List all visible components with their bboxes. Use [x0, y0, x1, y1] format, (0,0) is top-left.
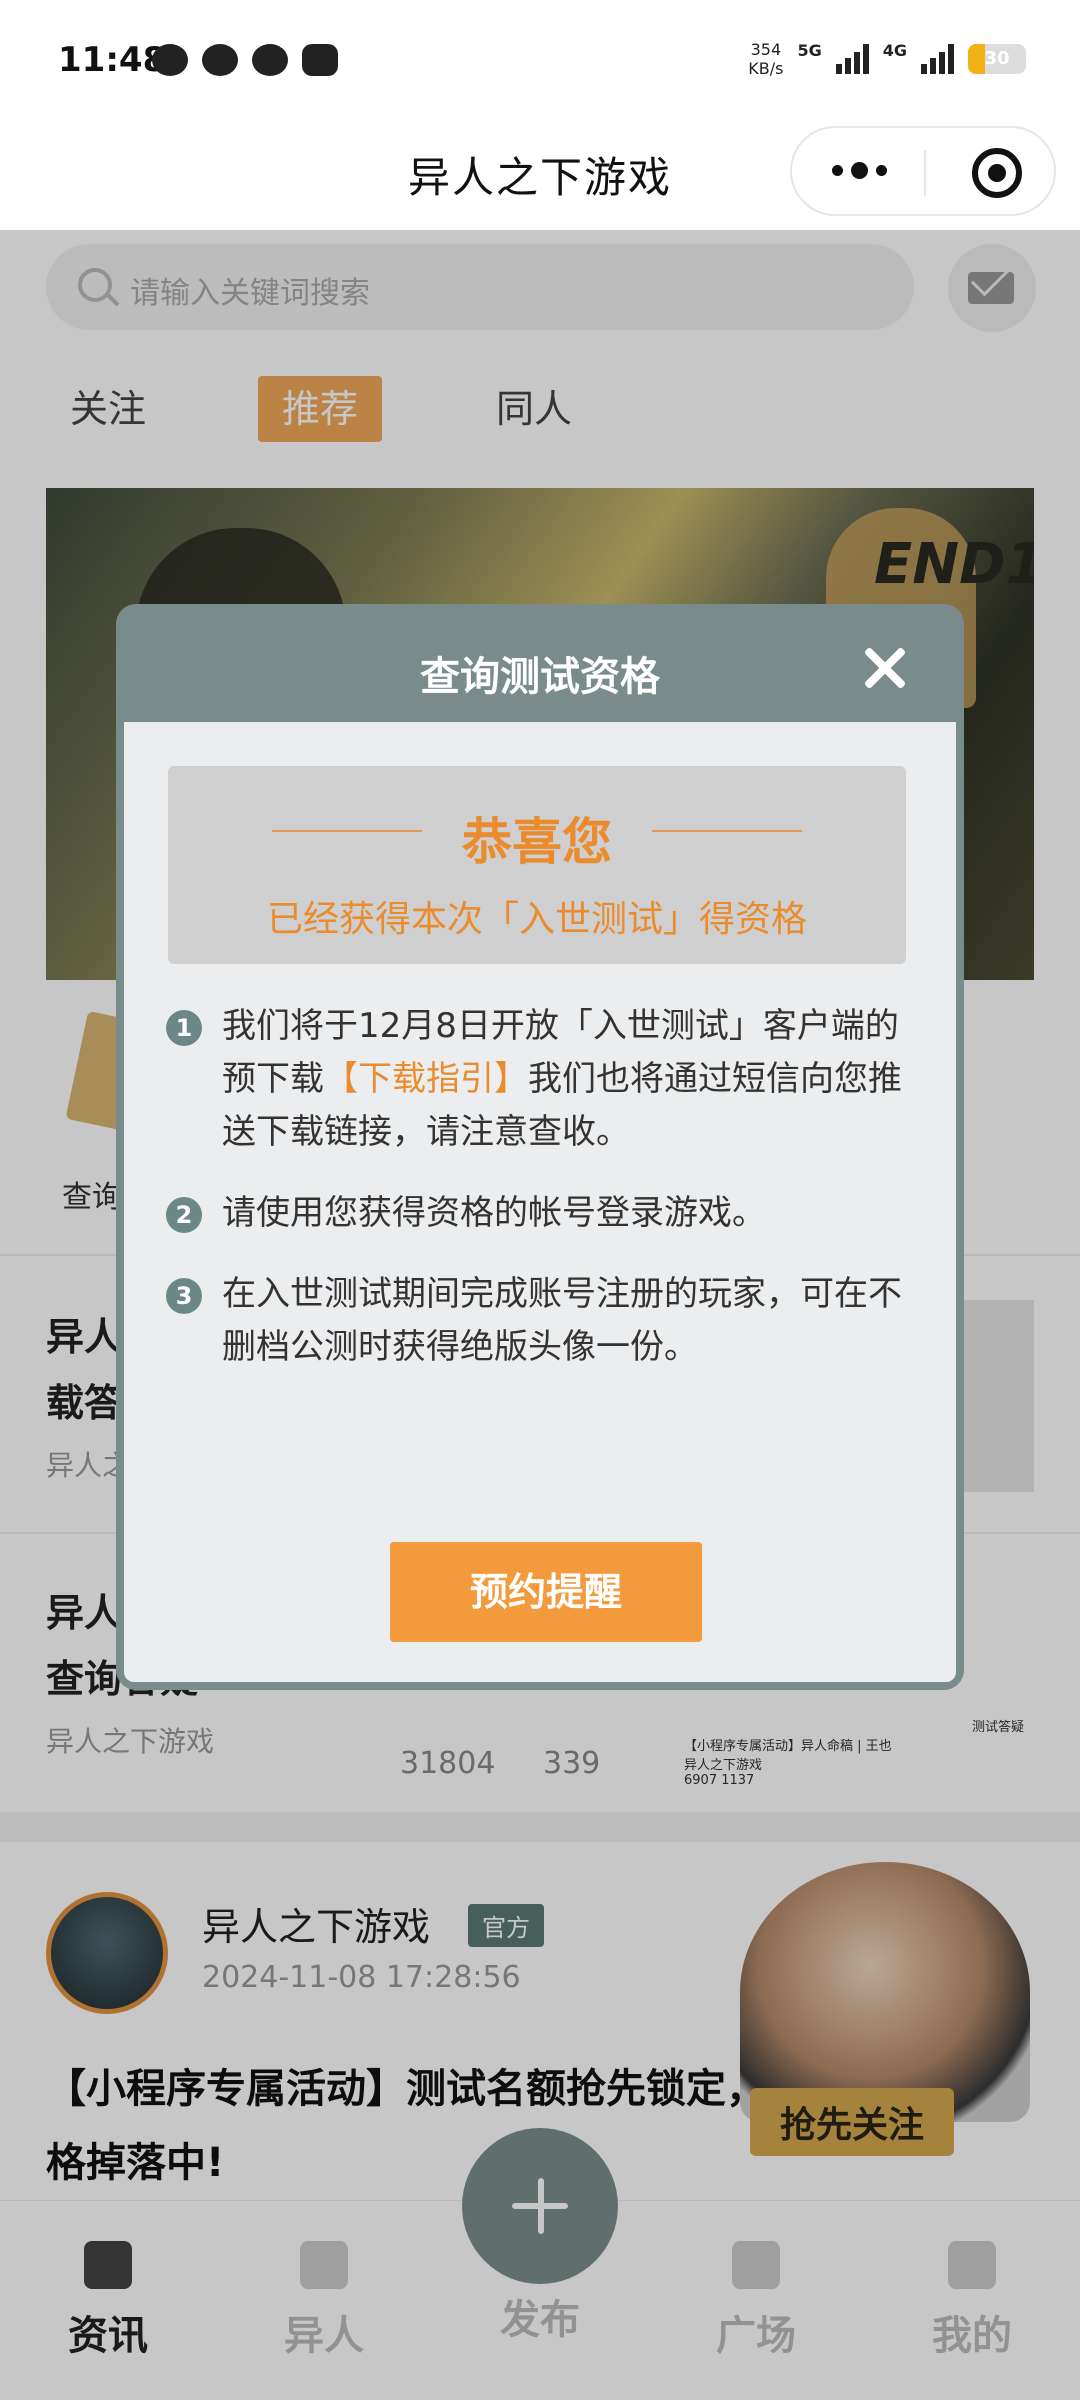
- number-badge: 1: [166, 1010, 202, 1046]
- signal-icon: [835, 44, 869, 74]
- notice-item: 3 在入世测试期间完成账号注册的玩家，可在不删档公测时获得绝版头像一份。: [166, 1268, 906, 1374]
- battery-fill: [968, 44, 986, 74]
- download-guide-link[interactable]: 【下载指引】: [324, 1059, 528, 1099]
- close-icon[interactable]: [862, 646, 906, 690]
- app-icon: [302, 44, 338, 76]
- status-bar: 11:48 354 KB/s 5G 4G 30: [0, 0, 1080, 118]
- notice-item: 2 请使用您获得资格的帐号登录游戏。: [166, 1187, 906, 1240]
- network-type-4g: 4G: [882, 40, 907, 60]
- capsule-divider: [924, 150, 926, 196]
- nav-bar: 异人之下游戏: [0, 118, 1080, 230]
- weibo-icon: [202, 44, 238, 76]
- close-miniprogram-icon[interactable]: [972, 148, 1022, 198]
- congrats-panel: 恭喜您 已经获得本次「入世测试」得资格: [168, 766, 906, 964]
- wechat-icon: [252, 44, 288, 76]
- network-speed: 354 KB/s: [748, 40, 784, 78]
- notification-icons: [152, 44, 338, 76]
- qualification-modal: 查询测试资格 恭喜您 已经获得本次「入世测试」得资格 1 我们将于12月8日开放…: [116, 604, 964, 1690]
- modal-header: 查询测试资格: [116, 604, 964, 722]
- status-indicators: 354 KB/s 5G 4G 30: [748, 40, 1026, 78]
- message-icon: [152, 44, 188, 76]
- number-badge: 2: [166, 1197, 202, 1233]
- reminder-button[interactable]: 预约提醒: [390, 1542, 702, 1642]
- congrats-heading: 恭喜您: [462, 813, 612, 871]
- miniprogram-capsule: [790, 126, 1056, 216]
- more-icon[interactable]: [832, 162, 887, 179]
- battery-icon: 30: [968, 44, 1026, 74]
- signal-icon-2: [921, 44, 954, 74]
- decor-line-right: [652, 830, 802, 832]
- notice-list: 1 我们将于12月8日开放「入世测试」客户端的预下载【下载指引】我们也将通过短信…: [166, 1000, 906, 1402]
- battery-level: 30: [984, 48, 1010, 69]
- number-badge: 3: [166, 1278, 202, 1314]
- notice-item: 1 我们将于12月8日开放「入世测试」客户端的预下载【下载指引】我们也将通过短信…: [166, 1000, 906, 1159]
- network-type-5g: 5G: [797, 40, 822, 60]
- congrats-subtitle: 已经获得本次「入世测试」得资格: [266, 899, 807, 940]
- modal-body: 恭喜您 已经获得本次「入世测试」得资格 1 我们将于12月8日开放「入世测试」客…: [124, 722, 956, 1682]
- modal-title: 查询测试资格: [420, 654, 660, 700]
- status-time: 11:48: [58, 40, 167, 80]
